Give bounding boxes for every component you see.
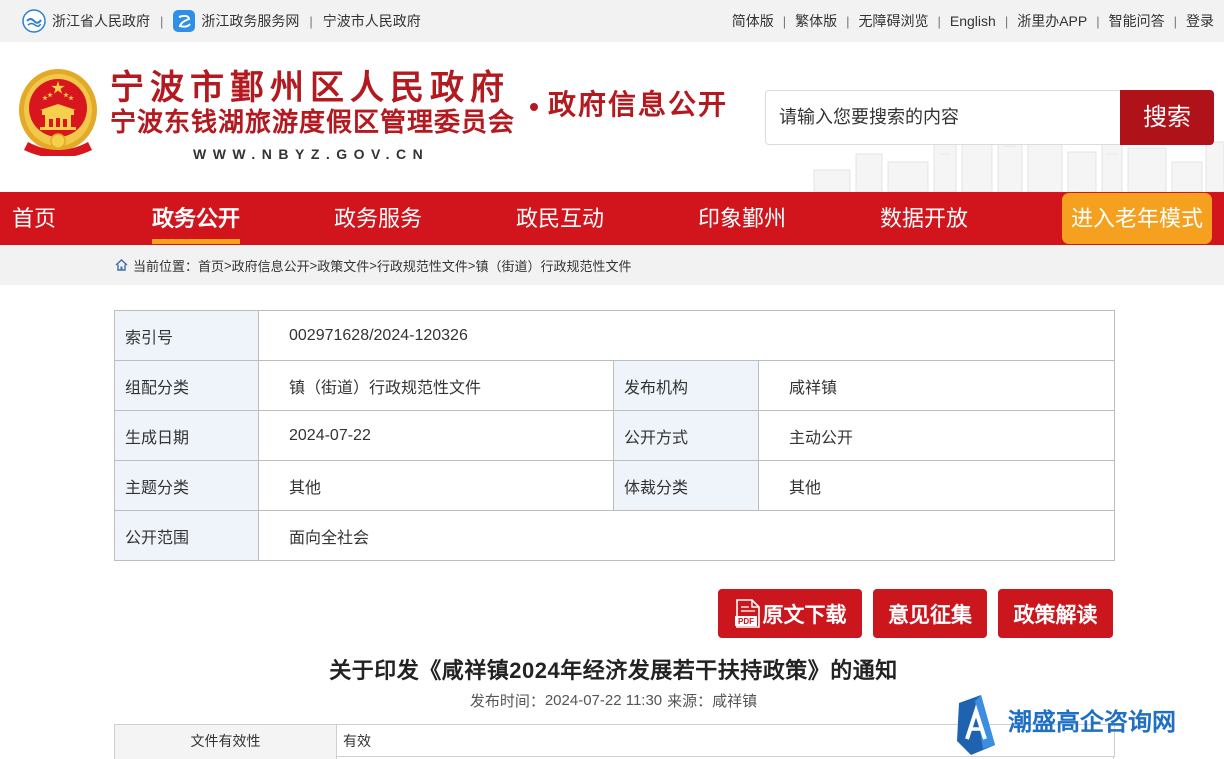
top-bar-separator: |: [309, 13, 313, 29]
site-url: WWW.NBYZ.GOV.CN: [193, 146, 430, 162]
meta-label: 发布机构: [613, 360, 759, 411]
meta-value: 主动公开: [757, 410, 1116, 461]
link-zhejiang-gov-service[interactable]: 浙江政务服务网: [201, 11, 299, 31]
meta-label: 公开方式: [613, 410, 759, 461]
link-accessibility[interactable]: 无障碍浏览: [859, 11, 929, 31]
nav-active-indicator: [152, 239, 240, 244]
meta-label: 公开范围: [114, 510, 259, 561]
meta-value: 面向全社会: [257, 510, 1116, 561]
top-bar-separator: |: [1004, 13, 1009, 29]
policy-interpretation-button[interactable]: 政策解读: [998, 589, 1113, 638]
search-input[interactable]: [765, 90, 1120, 145]
breadcrumb-separator: >: [369, 257, 377, 273]
nav-item-open-data[interactable]: 数据开放: [880, 192, 968, 245]
search-button[interactable]: 搜索: [1120, 90, 1214, 145]
pdf-icon-label: PDF: [738, 617, 754, 626]
solicit-comments-button[interactable]: 意见征集: [873, 589, 987, 638]
zhejiang-gov-service-icon: [173, 10, 196, 32]
link-english[interactable]: English: [950, 13, 996, 29]
table-row: 组配分类 镇（街道）行政规范性文件 发布机构 咸祥镇: [114, 360, 1116, 411]
top-bar-separator: |: [846, 13, 850, 29]
link-traditional-chinese[interactable]: 繁体版: [795, 11, 837, 31]
top-bar-left-links: 浙江省人民政府 | 浙江政务服务网 | 宁波市人民政府: [22, 0, 421, 42]
meta-label: 生成日期: [114, 410, 259, 461]
download-original-button[interactable]: PDF 原文下载: [718, 589, 862, 638]
meta-value: 其他: [258, 460, 614, 511]
breadcrumb-separator: >: [224, 257, 232, 273]
top-bar-separator: |: [160, 13, 164, 29]
breadcrumb-item-town-normative-documents[interactable]: 镇（街道）行政规范性文件: [475, 256, 631, 275]
table-row: 索引号 002971628/2024-120326: [114, 310, 1116, 361]
top-bar-right-links: 简体版 | 繁体版 | 无障碍浏览 | English | 浙里办APP | 智…: [732, 0, 1214, 42]
publish-time-label: 发布时间：: [469, 692, 545, 710]
breadcrumb-item-normative-documents[interactable]: 行政规范性文件: [377, 256, 468, 275]
link-smart-qa[interactable]: 智能问答: [1109, 11, 1165, 31]
link-login[interactable]: 登录: [1186, 11, 1214, 31]
nav-item-government-affairs-disclosure[interactable]: 政务公开: [152, 192, 240, 245]
source: 咸祥镇: [712, 692, 758, 710]
meta-value: 其他: [757, 460, 1116, 511]
source-label: 来源：: [667, 692, 713, 710]
section-title-dot: [530, 103, 538, 111]
elder-mode-button[interactable]: 进入老年模式: [1062, 193, 1212, 244]
publish-time: 2024-07-22 11:30: [544, 691, 663, 709]
watermark-a-logo-icon: [957, 695, 995, 755]
top-bar-separator: |: [1096, 13, 1100, 29]
site-header: 宁波市鄞州区人民政府 宁波东钱湖旅游度假区管理委员会 WWW.NBYZ.GOV.…: [0, 42, 1224, 192]
validity-label: 文件有效性: [114, 724, 337, 757]
table-row: 主题分类 其他 体裁分类 其他: [114, 460, 1116, 511]
link-zheliban-app[interactable]: 浙里办APP: [1017, 11, 1087, 31]
pdf-icon: PDF: [734, 598, 760, 628]
meta-value: 002971628/2024-120326: [257, 310, 1116, 361]
meta-value: 镇（街道）行政规范性文件: [258, 360, 614, 411]
download-original-label: 原文下载: [762, 603, 847, 627]
nav-item-public-interaction[interactable]: 政民互动: [516, 192, 604, 245]
zhejiang-province-gov-icon: [22, 9, 46, 33]
breadcrumb-separator: >: [467, 257, 476, 273]
nav-item-government-services[interactable]: 政务服务: [334, 192, 422, 245]
document-metadata-table: 索引号 002971628/2024-120326 组配分类 镇（街道）行政规范…: [114, 310, 1116, 561]
validity-value: 有效: [336, 724, 1115, 757]
link-ningbo-city-gov[interactable]: 宁波市人民政府: [323, 11, 421, 31]
breadcrumb-item-policy-documents[interactable]: 政策文件: [317, 256, 369, 275]
section-title: 政府信息公开: [548, 90, 729, 121]
link-simplified-chinese[interactable]: 简体版: [732, 11, 774, 31]
site-title: 宁波市鄞州区人民政府: [110, 70, 510, 107]
breadcrumb-bar: 当前位置： 首页 > 政府信息公开 > 政策文件 > 行政规范性文件 > 镇（街…: [0, 245, 1224, 285]
table-row: 生成日期 2024-07-22 公开方式 主动公开: [114, 410, 1116, 461]
page: 浙江省人民政府 | 浙江政务服务网 | 宁波市人民政府 简体版 | 繁体版 | …: [0, 0, 1224, 759]
top-bar: 浙江省人民政府 | 浙江政务服务网 | 宁波市人民政府 简体版 | 繁体版 | …: [0, 0, 1224, 42]
link-zhejiang-province-gov[interactable]: 浙江省人民政府: [52, 11, 150, 31]
top-bar-separator: |: [937, 13, 941, 29]
breadcrumb-separator: >: [309, 257, 318, 273]
nav-item-home[interactable]: 首页: [12, 192, 56, 245]
meta-value: 咸祥镇: [757, 360, 1116, 411]
watermark-text: 潮盛高企咨询网: [1008, 710, 1176, 736]
national-emblem-icon: [19, 69, 97, 156]
breadcrumb-item-info-disclosure[interactable]: 政府信息公开: [232, 256, 310, 275]
meta-label: 索引号: [114, 310, 259, 361]
article-title: 关于印发《咸祥镇2024年经济发展若干扶持政策》的通知: [329, 658, 898, 683]
breadcrumb: 当前位置： 首页 > 政府信息公开 > 政策文件 > 行政规范性文件 > 镇（街…: [133, 245, 631, 285]
breadcrumb-item-home[interactable]: 首页: [198, 256, 224, 275]
main-nav: 首页 政务公开 政务服务 政民互动 印象鄞州 数据开放 进入老年模式: [0, 192, 1224, 245]
breadcrumb-prefix: 当前位置：: [133, 258, 199, 274]
meta-label: 组配分类: [114, 360, 259, 411]
home-icon: [115, 259, 128, 271]
meta-value: 2024-07-22: [258, 410, 614, 461]
meta-label: 体裁分类: [613, 460, 759, 511]
table-row: 公开范围 面向全社会: [114, 510, 1116, 561]
top-bar-separator: |: [1173, 13, 1177, 29]
top-bar-separator: |: [782, 13, 787, 29]
nav-item-impression-yinzhou[interactable]: 印象鄞州: [698, 192, 786, 245]
site-subtitle: 宁波东钱湖旅游度假区管理委员会: [110, 108, 516, 137]
meta-label: 主题分类: [114, 460, 259, 511]
